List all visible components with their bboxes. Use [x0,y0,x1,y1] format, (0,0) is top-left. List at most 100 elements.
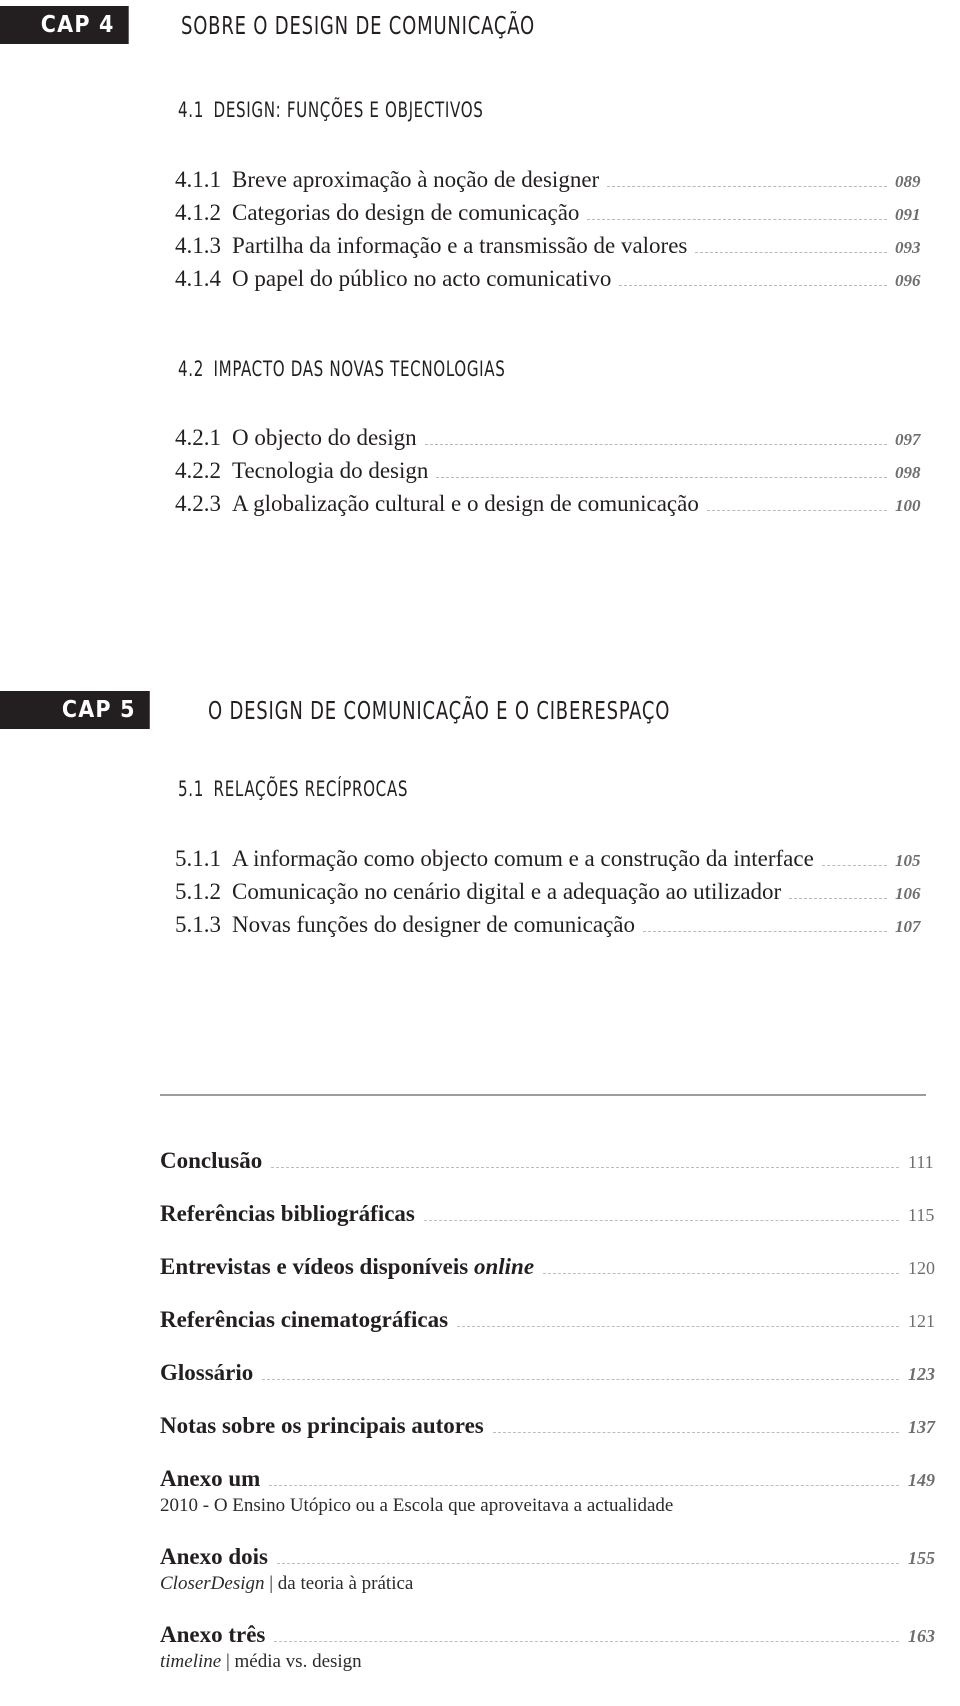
section-heading-4-2: 4.2 IMPACTO DAS NOVAS TECNOLOGIAS [178,357,505,381]
toc-entry-number: 4.1.2 [175,200,221,225]
back-matter-row[interactable]: Anexo três 163 [160,1622,950,1648]
toc-entry-label: A globalização cultural e o design de co… [232,491,699,516]
toc-row[interactable]: 4.2.3 A globalização cultural e o design… [175,491,935,517]
toc-entry-label: Categorias do design de comunicação [232,200,580,225]
back-matter-label: Referências bibliográficas [160,1201,415,1226]
toc-entry-number: 4.2.3 [175,491,221,516]
toc-leader-dots [271,1167,899,1168]
toc-row[interactable]: 4.1.4 O papel do público no acto comunic… [175,266,935,292]
back-matter-label: Anexo um [160,1466,261,1491]
toc-entry-number: 4.2.2 [175,458,221,483]
toc-leader-dots [619,285,887,286]
toc-leader-dots [695,252,887,253]
chapter-4-header: CAP 4 SOBRE O DESIGN DE COMUNICAÇÃO [0,6,960,44]
back-matter-row[interactable]: Referências bibliográficas 115 [160,1201,950,1227]
back-matter-page: 111 [908,1152,934,1172]
toc-entry-number: 5.1.1 [175,846,221,871]
back-matter-label-emphasis: online [473,1254,535,1279]
back-matter-label: Anexo dois [160,1544,268,1569]
back-matter-row[interactable]: Anexo dois 155 [160,1544,950,1570]
section-heading-4-1: 4.1 DESIGN: FUNÇÕES E OBJECTIVOS [178,98,483,122]
toc-entry-label: Partilha da informação e a transmissão d… [232,233,688,258]
toc-entry-page: 100 [895,496,921,515]
section-4-1-title: DESIGN: FUNÇÕES E OBJECTIVOS [213,98,484,122]
toc-entry-label: O objecto do design [232,425,417,450]
back-matter-row[interactable]: Notas sobre os principais autores 137 [160,1413,950,1439]
toc-row[interactable]: 4.1.2 Categorias do design de comunicaçã… [175,200,935,226]
back-matter-subtitle-rest: | da teoria à prática [264,1573,414,1594]
toc-entry-page: 089 [895,172,921,191]
back-matter-page: 121 [908,1311,935,1331]
back-matter-row[interactable]: Glossário 123 [160,1360,950,1386]
toc-leader-dots [643,931,887,932]
toc-row[interactable]: 4.2.1 O objecto do design 097 [175,425,935,451]
section-heading-5-1: 5.1 RELAÇÕES RECÍPROCAS [178,777,408,801]
back-matter-page: 155 [908,1548,935,1568]
back-matter-label: Referências cinematográficas [160,1307,449,1332]
section-divider-rule [160,1094,926,1096]
back-matter-row[interactable]: Conclusão 111 [160,1148,950,1174]
toc-leader-dots [262,1379,899,1380]
toc-leader-dots [587,219,887,220]
toc-row[interactable]: 4.1.3 Partilha da informação e a transmi… [175,233,935,259]
toc-leader-dots [424,444,887,445]
chapter-4-title: SOBRE O DESIGN DE COMUNICAÇÃO [181,10,535,40]
back-matter-label: Glossário [160,1360,254,1385]
back-matter-subtitle-emphasis: CloserDesign [160,1573,265,1594]
back-matter-subtitle-rest: | média vs. design [221,1651,362,1672]
back-matter-row[interactable]: Entrevistas e vídeos disponíveis online … [160,1254,950,1280]
toc-row[interactable]: 5.1.1 A informação como objecto comum e … [175,846,935,872]
section-4-2-title: IMPACTO DAS NOVAS TECNOLOGIAS [213,357,506,381]
toc-leader-dots [821,865,887,866]
back-matter-page: 115 [908,1205,935,1225]
back-matter-label: Notas sobre os principais autores [160,1413,484,1438]
toc-entry-number: 4.1.3 [175,233,221,258]
back-matter-row[interactable]: Referências cinematográficas 121 [160,1307,950,1333]
toc-leader-dots [423,1220,899,1221]
back-matter-page: 123 [908,1364,935,1384]
toc-entry-number: 4.1.1 [175,167,221,192]
back-matter-label: Anexo três [160,1622,266,1647]
toc-leader-dots [269,1485,899,1486]
back-matter-subtitle: timeline | média vs. design [160,1651,362,1673]
toc-row[interactable]: 4.2.2 Tecnologia do design 098 [175,458,935,484]
toc-entry-label: A informação como objecto comum e a cons… [232,846,814,871]
toc-row[interactable]: 4.1.1 Breve aproximação à noção de desig… [175,167,935,193]
toc-leader-dots [436,477,887,478]
back-matter-page: 163 [908,1626,935,1646]
toc-entry-number: 4.2.1 [175,425,221,450]
toc-entry-page: 106 [895,884,921,903]
section-5-1-title: RELAÇÕES RECÍPROCAS [213,777,409,801]
toc-entry-page: 093 [895,238,921,257]
back-matter-page: 120 [908,1258,935,1278]
toc-leader-dots [706,510,887,511]
chapter-5-tag: CAP 5 [0,691,150,729]
chapter-5-header: CAP 5 O DESIGN DE COMUNICAÇÃO E O CIBERE… [0,691,960,729]
toc-leader-dots [543,1273,899,1274]
toc-entry-number: 5.1.2 [175,879,221,904]
toc-entry-label: Tecnologia do design [232,458,429,483]
chapter-4-tag-label: CAP 4 [40,12,115,38]
toc-leader-dots [492,1432,899,1433]
toc-row[interactable]: 5.1.2 Comunicação no cenário digital e a… [175,879,935,905]
section-5-1-number: 5.1 [178,777,204,801]
toc-entry-label: Comunicação no cenário digital e a adequ… [232,879,782,904]
toc-entry-number: 5.1.3 [175,912,221,937]
back-matter-page: 149 [908,1470,935,1490]
toc-leader-dots [789,898,887,899]
toc-row[interactable]: 5.1.3 Novas funções do designer de comun… [175,912,935,938]
toc-leader-dots [274,1641,899,1642]
toc-entry-page: 098 [895,463,921,482]
toc-leader-dots [457,1326,899,1327]
back-matter-subtitle: CloserDesign | da teoria à prática [160,1573,413,1595]
toc-entry-label: Breve aproximação à noção de designer [232,167,600,192]
chapter-5-tag-label: CAP 5 [61,697,136,723]
chapter-5-title: O DESIGN DE COMUNICAÇÃO E O CIBERESPAÇO [208,695,671,725]
back-matter-subtitle: 2010 - O Ensino Utópico ou a Escola que … [160,1495,674,1516]
back-matter-label: Entrevistas e vídeos disponíveis online [160,1254,535,1279]
section-4-2-number: 4.2 [178,357,204,381]
toc-leader-dots [277,1563,899,1564]
toc-leader-dots [607,186,887,187]
toc-entry-page: 105 [895,851,921,870]
back-matter-row[interactable]: Anexo um 149 [160,1466,950,1492]
